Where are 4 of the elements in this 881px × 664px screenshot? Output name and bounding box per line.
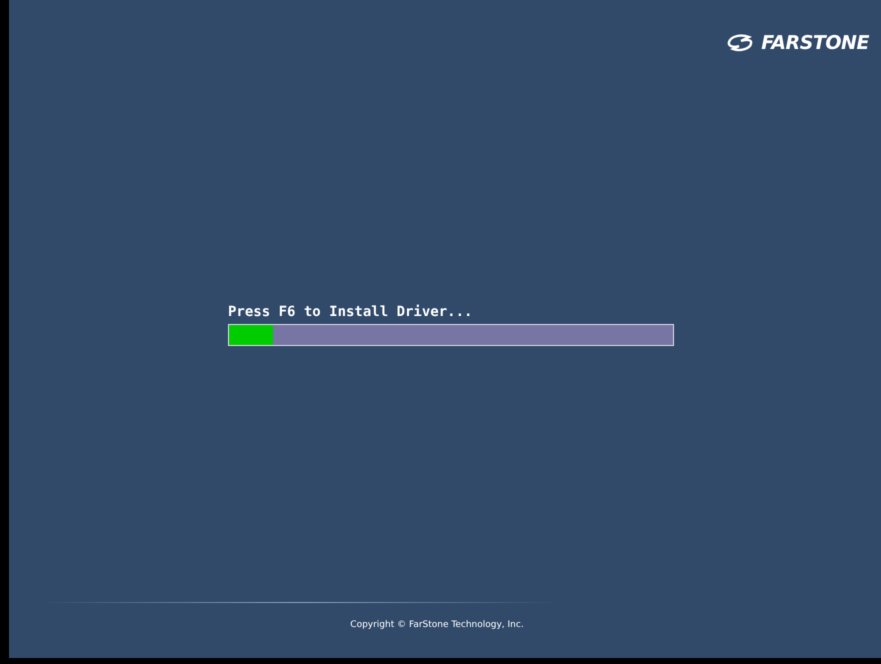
copyright-text: Copyright © FarStone Technology, Inc. xyxy=(350,619,524,631)
loading-message: Press F6 to Install Driver... xyxy=(228,303,474,321)
swoosh-logo-icon xyxy=(727,34,754,52)
brand-name: FARSTONE xyxy=(761,34,869,52)
